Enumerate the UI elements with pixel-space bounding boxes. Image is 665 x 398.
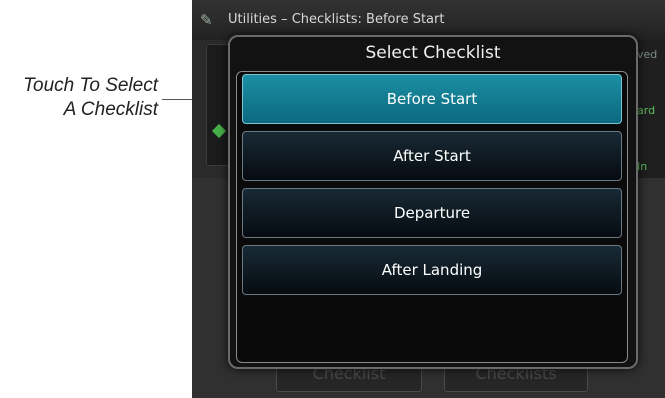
select-checklist-dialog: Select Checklist Before Start After Star…: [228, 35, 638, 369]
callout-line-2: A Checklist: [63, 99, 158, 120]
background-label: ard: [637, 104, 656, 117]
checklist-item-before-start[interactable]: Before Start: [242, 74, 622, 124]
checklist-list: Before Start After Start Departure After…: [236, 71, 628, 363]
checklist-item-after-start[interactable]: After Start: [242, 131, 622, 181]
title-bar: ✎ Utilities – Checklists: Before Start: [192, 0, 665, 40]
checklist-item-after-landing[interactable]: After Landing: [242, 245, 622, 295]
device-screen: ✎ Utilities – Checklists: Before Start v…: [192, 0, 665, 398]
checklist-item-departure[interactable]: Departure: [242, 188, 622, 238]
page-title: Utilities – Checklists: Before Start: [228, 12, 445, 27]
background-label: ved: [637, 48, 658, 61]
dialog-title: Select Checklist: [365, 43, 501, 63]
background-label: In: [637, 160, 648, 173]
callout-line-1: Touch To Select: [23, 75, 158, 96]
callout-annotation: Touch To Select A Checklist: [0, 74, 158, 122]
checklist-icon: ✎: [200, 11, 213, 29]
